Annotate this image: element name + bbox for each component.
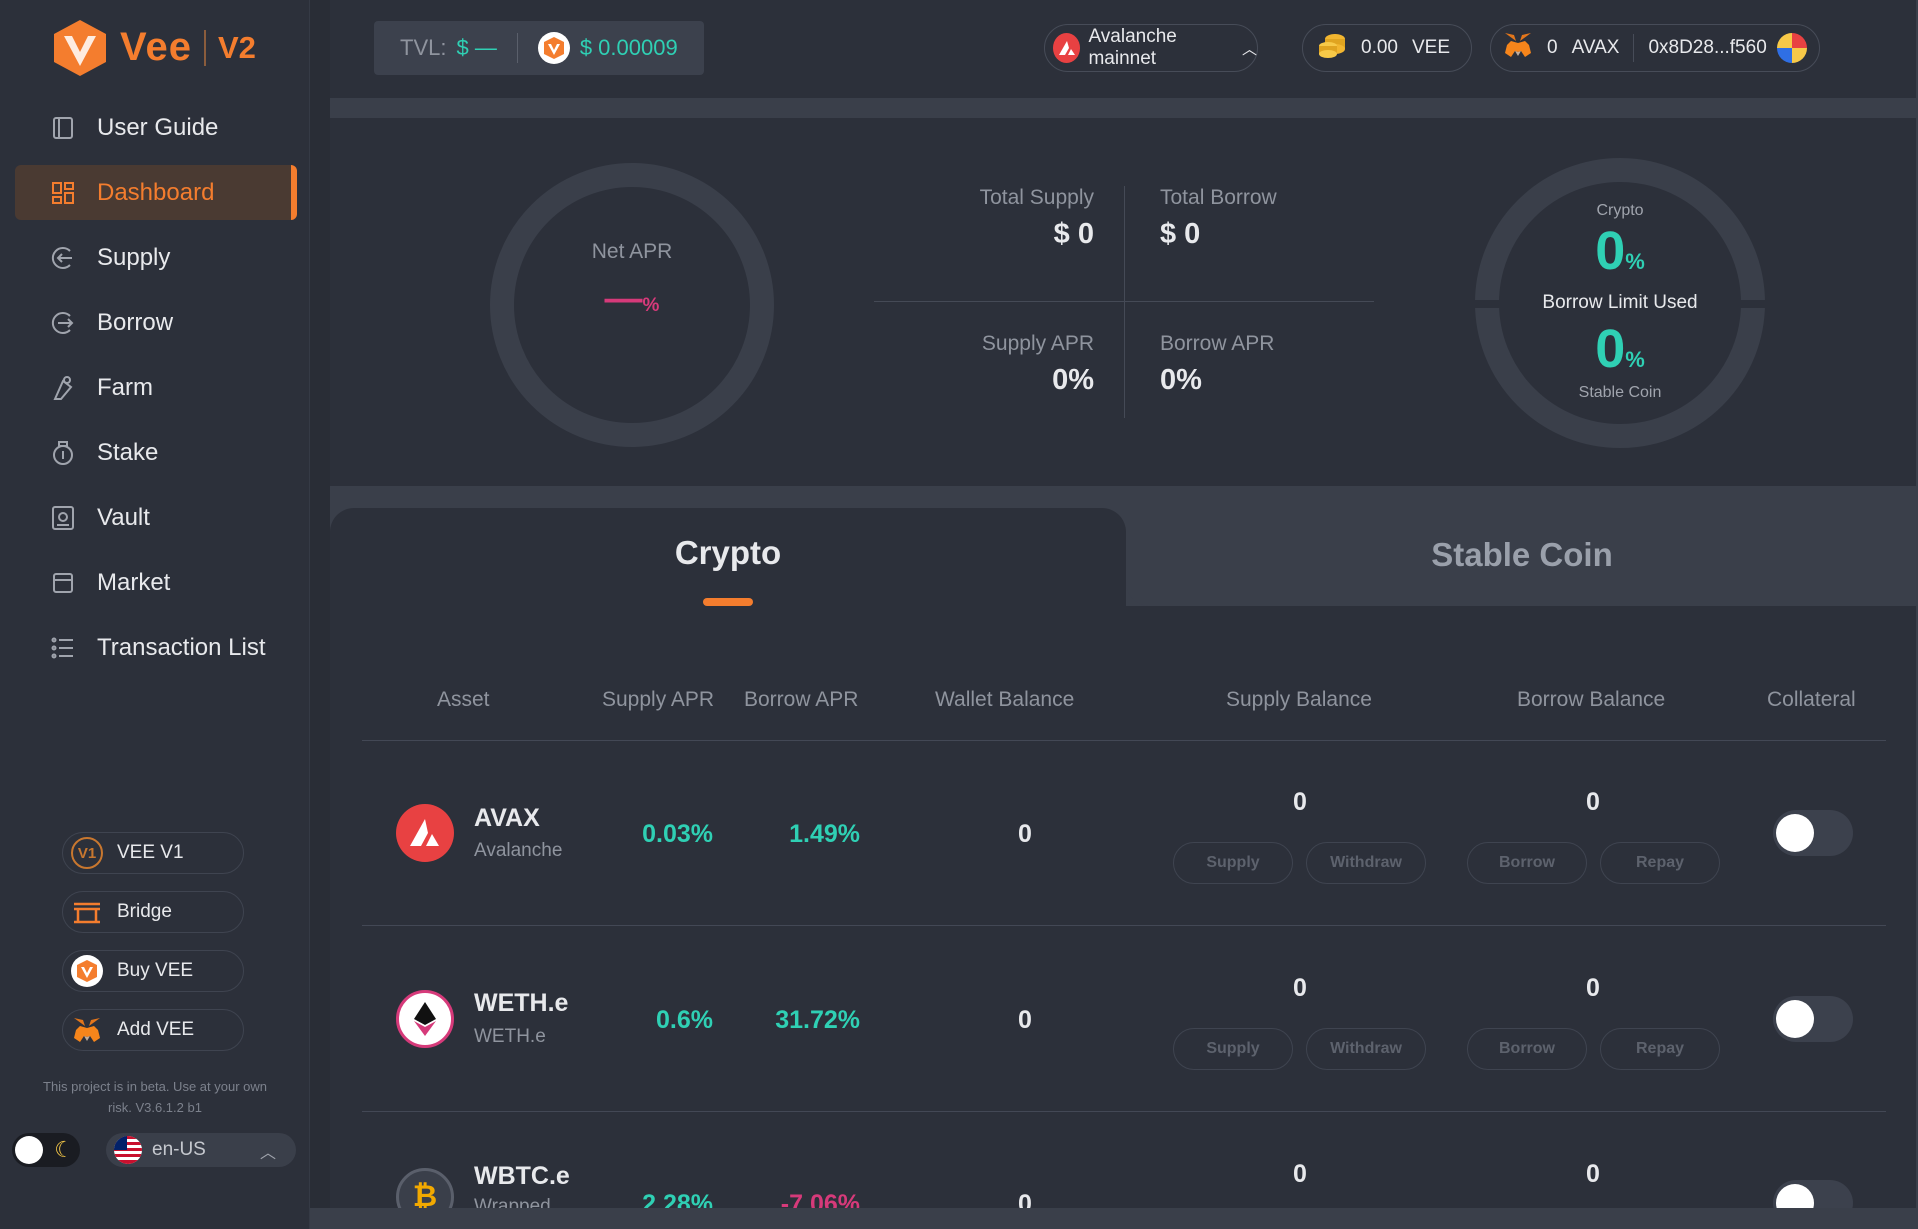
collateral-toggle[interactable] — [1773, 1180, 1853, 1208]
bottom-edge — [310, 1208, 1918, 1229]
asset-name: WBTC.e — [474, 1162, 570, 1190]
supply-balance-cell: 0 — [1293, 1160, 1307, 1188]
borrow-apr-cell: -7.06% — [780, 1190, 860, 1208]
supply-apr-cell: 2.28% — [642, 1190, 713, 1208]
borrow-balance-cell: 0 — [1586, 1160, 1600, 1188]
table-row: ₿ WBTC.e Wrapped 2.28% -7.06% 0 0 0 — [0, 0, 1918, 1208]
toggle-knob — [1776, 1184, 1814, 1208]
asset-subtitle: Wrapped — [474, 1196, 551, 1208]
btc-icon: ₿ — [396, 1168, 454, 1208]
wallet-balance-cell: 0 — [1018, 1190, 1032, 1208]
